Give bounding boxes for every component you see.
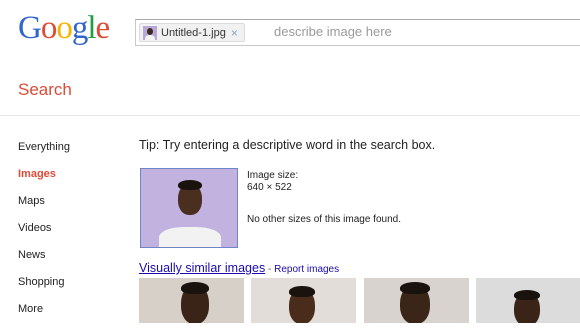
portrait-hair bbox=[181, 282, 209, 294]
image-query-chip[interactable]: Untitled-1.jpg × bbox=[139, 23, 245, 42]
report-images-link[interactable]: Report images bbox=[274, 264, 339, 275]
remove-image-icon[interactable]: × bbox=[231, 26, 238, 40]
similar-image-thumbnail[interactable] bbox=[364, 278, 469, 323]
nav-item-shopping[interactable]: Shopping bbox=[18, 274, 70, 301]
portrait-hair bbox=[400, 282, 430, 294]
image-size-value: 640 × 522 bbox=[247, 182, 292, 193]
portrait-hair bbox=[514, 290, 540, 300]
nav-item-videos[interactable]: Videos bbox=[18, 220, 70, 247]
search-box[interactable]: Untitled-1.jpg × describe image here bbox=[135, 19, 580, 46]
image-size-label: Image size: bbox=[247, 170, 299, 181]
nav-item-everything[interactable]: Everything bbox=[18, 139, 70, 166]
no-other-sizes-text: No other sizes of this image found. bbox=[247, 214, 401, 225]
nav-item-images[interactable]: Images bbox=[18, 166, 70, 193]
portrait-hair bbox=[289, 286, 315, 297]
logo-letter: l bbox=[87, 10, 96, 46]
search-subheader: Search bbox=[0, 60, 580, 116]
similar-images-header: Visually similar images - Report images bbox=[139, 261, 339, 275]
logo-letter: g bbox=[71, 10, 88, 46]
nav-item-maps[interactable]: Maps bbox=[18, 193, 70, 220]
visually-similar-link[interactable]: Visually similar images bbox=[139, 261, 265, 275]
search-input[interactable]: describe image here bbox=[274, 24, 392, 39]
query-image-thumbnail bbox=[143, 25, 157, 40]
left-nav: Everything Images Maps Videos News Shopp… bbox=[18, 139, 70, 328]
portrait-shoulders bbox=[159, 227, 221, 247]
portrait-hair bbox=[178, 180, 202, 190]
image-info: Image size: 640 × 522 No other sizes of … bbox=[247, 170, 401, 226]
query-image-filename: Untitled-1.jpg bbox=[161, 26, 226, 39]
similar-image-thumbnail[interactable] bbox=[139, 278, 244, 323]
nav-item-more[interactable]: More bbox=[18, 301, 70, 328]
query-image[interactable] bbox=[140, 168, 238, 248]
google-logo[interactable]: Google bbox=[18, 8, 111, 48]
logo-letter: o bbox=[56, 10, 72, 46]
header: Google Untitled-1.jpg × describe image h… bbox=[0, 0, 580, 60]
logo-letter: e bbox=[95, 10, 111, 46]
search-title: Search bbox=[18, 80, 72, 99]
similar-image-thumbnail[interactable] bbox=[251, 278, 356, 323]
separator: - bbox=[265, 264, 275, 275]
similar-image-thumbnail[interactable] bbox=[476, 278, 580, 323]
search-tip: Tip: Try entering a descriptive word in … bbox=[139, 138, 436, 152]
logo-letter: o bbox=[40, 10, 57, 46]
logo-letter: G bbox=[18, 10, 42, 46]
nav-item-news[interactable]: News bbox=[18, 247, 70, 274]
